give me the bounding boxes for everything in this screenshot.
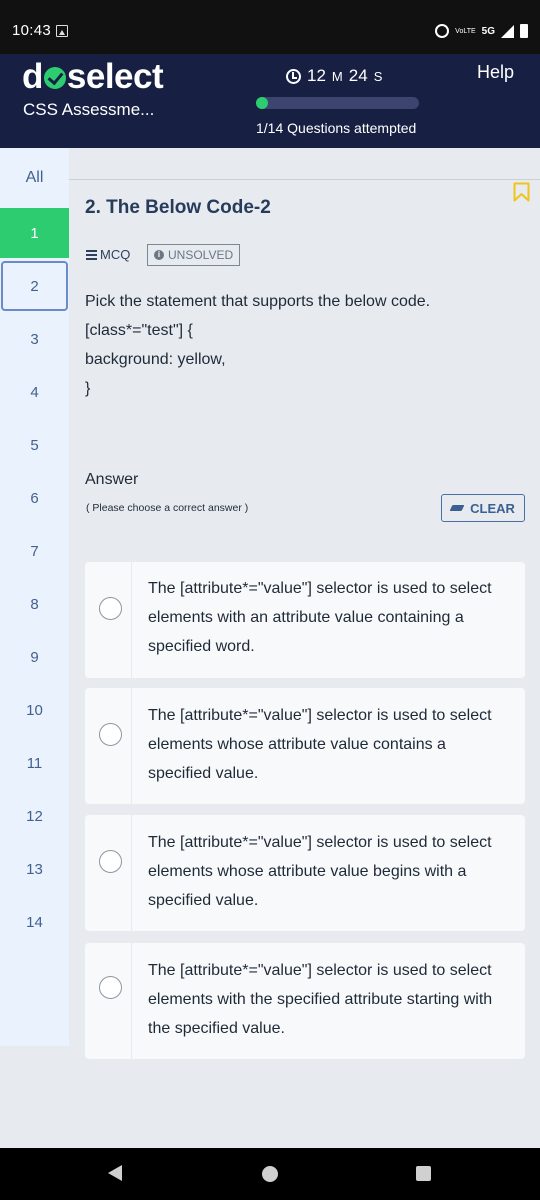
- question-line: [class*="test"] {: [85, 322, 193, 339]
- bookmark-icon[interactable]: [513, 182, 530, 202]
- list-icon: [86, 249, 97, 260]
- question-nav-item[interactable]: 7: [0, 526, 69, 576]
- answer-option[interactable]: The [attribute*="value"] selector is use…: [85, 815, 525, 931]
- question-nav-item[interactable]: 9: [0, 632, 69, 682]
- timer-minutes: 12: [307, 66, 326, 85]
- question-nav-item[interactable]: 13: [0, 844, 69, 894]
- question-line: background: yellow,: [85, 351, 226, 368]
- option-radio[interactable]: [99, 597, 122, 620]
- answer-option[interactable]: The [attribute*="value"] selector is use…: [85, 943, 525, 1059]
- eraser-icon: [449, 505, 465, 511]
- assessment-title: CSS Assessme...: [23, 100, 155, 119]
- progress-text: 1/14 Questions attempted: [256, 120, 417, 136]
- timer-seconds: 24: [348, 66, 368, 85]
- answer-option[interactable]: The [attribute*="value"] selector is use…: [85, 688, 525, 804]
- status-icons: VoLTE 5G: [435, 22, 528, 40]
- status-bar: 10:43 VoLTE 5G: [0, 0, 540, 54]
- question-nav-item[interactable]: 8: [0, 579, 69, 629]
- question-nav-item[interactable]: 5: [0, 420, 69, 470]
- app-header: d select CSS Assessme... 12 M 24 S 1/14 Q…: [0, 54, 540, 148]
- progress-fill: [256, 97, 268, 109]
- question-nav-item[interactable]: 14: [0, 897, 69, 947]
- timer-minutes-unit: M: [331, 68, 343, 84]
- back-icon[interactable]: [108, 1165, 122, 1181]
- info-icon: i: [154, 250, 164, 260]
- help-link[interactable]: Help: [477, 62, 514, 83]
- question-nav-item[interactable]: 3: [0, 314, 69, 364]
- image-notification-icon: [56, 25, 68, 37]
- answer-label: Answer: [85, 471, 139, 488]
- option-radio[interactable]: [99, 850, 122, 873]
- question-status: UNSOLVED: [168, 248, 234, 262]
- question-filter-all[interactable]: All: [0, 148, 69, 208]
- progress-bar: [256, 97, 419, 109]
- network-type: 5G: [481, 25, 495, 37]
- recents-icon[interactable]: [416, 1166, 431, 1181]
- question-type: MCQ: [100, 247, 131, 262]
- question-status-badge: i UNSOLVED: [147, 244, 241, 266]
- home-icon[interactable]: [262, 1166, 278, 1182]
- question-line: }: [85, 380, 91, 397]
- option-text: The [attribute*="value"] selector is use…: [148, 580, 492, 655]
- question-nav-item[interactable]: 11: [0, 738, 69, 788]
- logo-suffix: select: [66, 57, 164, 96]
- question-nav-item[interactable]: 4: [0, 367, 69, 417]
- system-nav-bar: [0, 1148, 540, 1200]
- question-body: Pick the statement that supports the bel…: [85, 287, 430, 403]
- option-separator: [131, 562, 132, 678]
- check-icon: [43, 67, 66, 89]
- question-nav-item[interactable]: 1: [0, 208, 69, 258]
- option-radio[interactable]: [99, 723, 122, 746]
- status-time: 10:43: [12, 22, 52, 39]
- question-navigator: All 1 2 3 4 5 6 7 8 9 10 11 12 13 14: [0, 148, 69, 1046]
- answer-option[interactable]: The [attribute*="value"] selector is use…: [85, 562, 525, 678]
- battery-icon: [520, 24, 528, 38]
- question-nav-item[interactable]: 6: [0, 473, 69, 523]
- clock-icon: [286, 68, 301, 84]
- clear-label: CLEAR: [470, 500, 515, 516]
- option-separator: [131, 815, 132, 931]
- app-logo: d select: [22, 57, 164, 97]
- question-nav-item[interactable]: 12: [0, 791, 69, 841]
- option-text: The [attribute*="value"] selector is use…: [148, 834, 492, 909]
- signal-icon: [501, 24, 514, 38]
- question-title: 2. The Below Code-2: [85, 197, 271, 218]
- question-nav-item[interactable]: 2: [1, 261, 68, 311]
- question-type-tag: MCQ: [86, 247, 130, 262]
- answer-hint: ( Please choose a correct answer ): [86, 502, 249, 514]
- option-separator: [131, 943, 132, 1059]
- question-nav-item[interactable]: 10: [0, 685, 69, 735]
- divider: [69, 179, 540, 180]
- question-line: Pick the statement that supports the bel…: [85, 293, 431, 310]
- clear-button[interactable]: CLEAR: [441, 494, 525, 522]
- option-separator: [131, 688, 132, 804]
- logo-prefix: d: [22, 57, 43, 96]
- volte-icon: VoLTE: [455, 27, 476, 35]
- option-text: The [attribute*="value"] selector is use…: [148, 707, 492, 782]
- timer-seconds-unit: S: [373, 68, 383, 84]
- option-text: The [attribute*="value"] selector is use…: [148, 962, 493, 1037]
- timer: 12 M 24 S: [286, 66, 382, 86]
- alarm-icon: [435, 24, 450, 38]
- option-radio[interactable]: [99, 976, 122, 999]
